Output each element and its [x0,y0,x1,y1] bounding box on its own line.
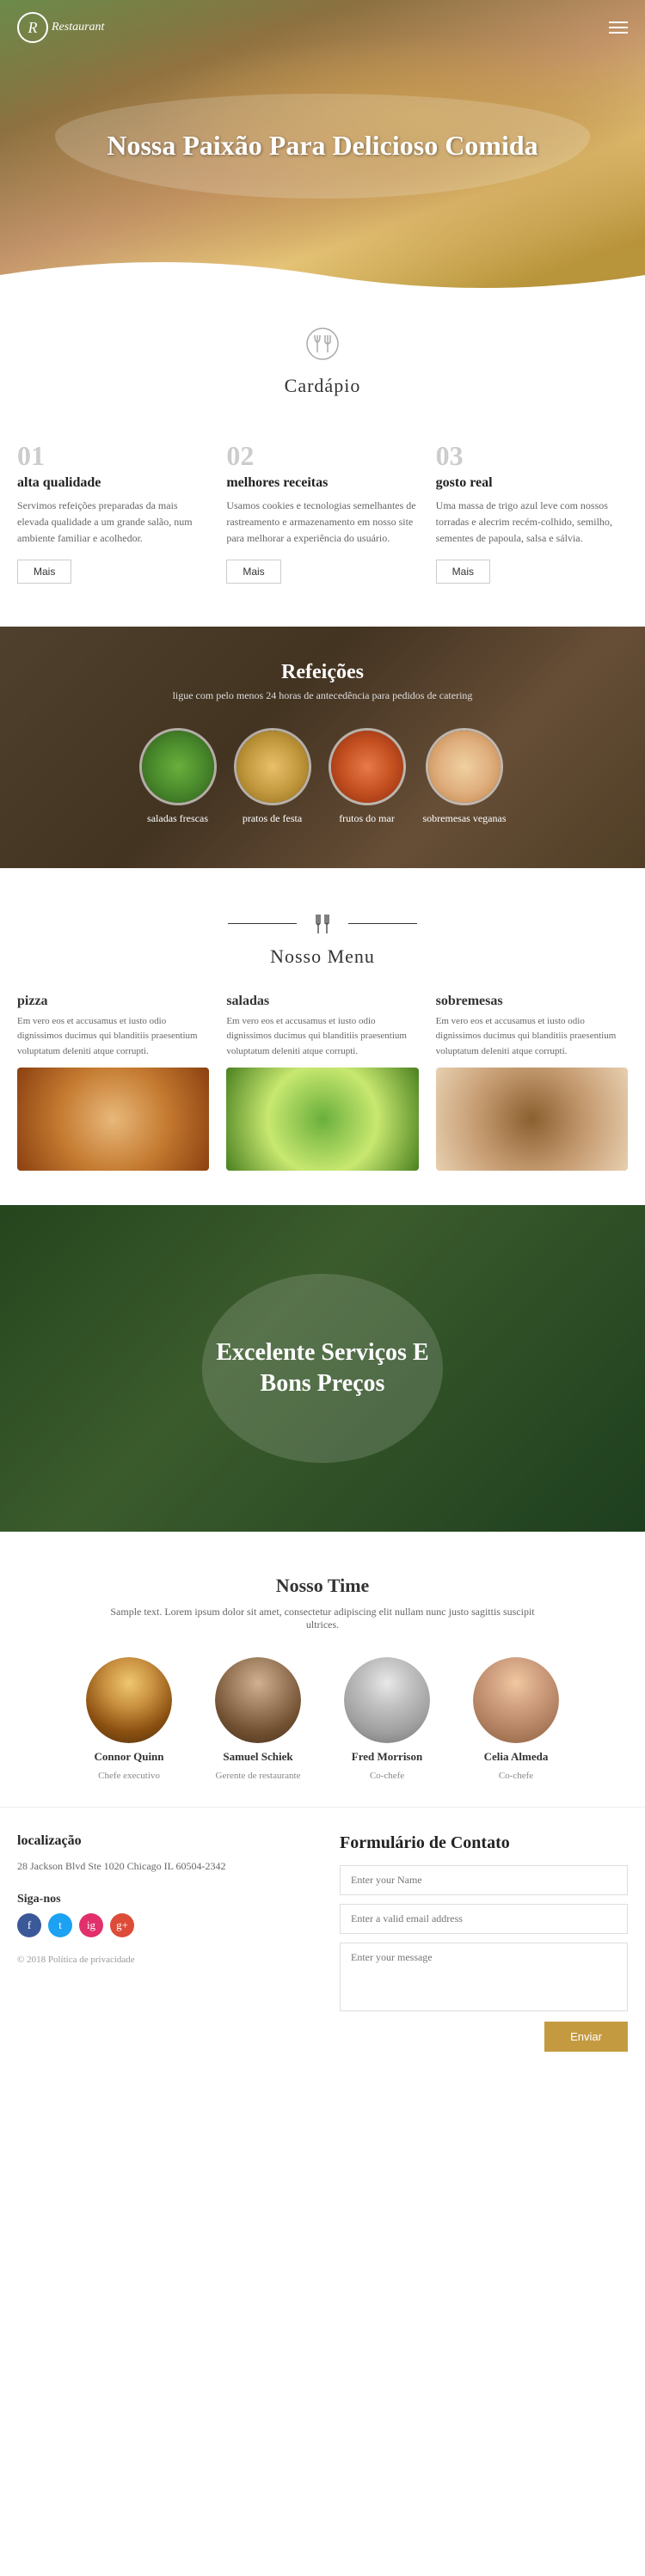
food-saladas[interactable]: saladas frescas [139,728,217,825]
food-saladas-label: saladas frescas [147,812,208,825]
footer-left: localização 28 Jackson Blvd Ste 1020 Chi… [17,1833,305,2052]
refeicoes-subtitle: ligue com pelo menos 24 horas de anteced… [17,689,628,702]
member-samuel-name: Samuel Schiek [223,1750,292,1764]
team-member-fred: Fred Morrison Co-chefe [331,1657,443,1781]
team-member-samuel: Samuel Schiek Gerente de restaurante [202,1657,314,1781]
food-festa[interactable]: pratos de festa [234,728,311,825]
food-frutos[interactable]: frutos do mar [329,728,406,825]
feature-2-num: 02 [226,440,418,472]
team-title: Nosso Time [17,1575,628,1597]
feature-2-title: melhores receitas [226,475,418,491]
menu-saladas-img [226,1068,418,1171]
feature-3-btn[interactable]: Mais [436,560,490,584]
avatar-samuel [215,1657,301,1743]
menu-title: Nosso Menu [17,945,628,968]
member-celia-name: Celia Almeda [484,1750,549,1764]
member-fred-role: Co-chefe [370,1771,404,1781]
feature-1-title: alta qualidade [17,475,209,491]
member-fred-name: Fred Morrison [352,1750,422,1764]
feature-3: 03 gosto real Uma massa de trigo azul le… [436,440,628,584]
social-twitter[interactable]: t [48,1913,72,1937]
menu-sobremesas-img [436,1068,628,1171]
feature-3-desc: Uma massa de trigo azul leve com nossos … [436,498,628,548]
excellent-title: Excelente Serviços E Bons Preços [202,1337,443,1400]
feature-1-desc: Servimos refeições preparadas da mais el… [17,498,209,548]
feature-2-desc: Usamos cookies e tecnologias semelhantes… [226,498,418,548]
menu-items: pizza Em vero eos et accusamus et iusto … [17,994,628,1172]
menu-pizza-title: pizza [17,994,209,1009]
logo[interactable]: R Restaurant [17,12,104,43]
team-desc: Sample text. Lorem ipsum dolor sit amet,… [108,1606,538,1631]
social-facebook[interactable]: f [17,1913,41,1937]
food-sobremesas[interactable]: sobremesas veganas [423,728,507,825]
contact-submit-btn[interactable]: Enviar [544,2022,628,2052]
divider-left [228,923,297,924]
feature-1: 01 alta qualidade Servimos refeições pre… [17,440,209,584]
social-googleplus[interactable]: g+ [110,1913,134,1937]
menu-icon [310,911,335,937]
food-sobremesas-label: sobremesas veganas [423,812,507,825]
member-celia-role: Co-chefe [499,1771,533,1781]
team-section: Nosso Time Sample text. Lorem ipsum dolo… [0,1540,645,1807]
menu-sobremesas-desc: Em vero eos et accusamus et iusto odio d… [436,1014,628,1060]
copyright: © 2018 Política de privacidade [17,1955,305,1965]
feature-2-btn[interactable]: Mais [226,560,280,584]
location-address: 28 Jackson Blvd Ste 1020 Chicago IL 6050… [17,1857,305,1875]
menu-section: Nosso Menu pizza Em vero eos et accusamu… [0,877,645,1197]
cardapio-icon [17,327,628,368]
team-member-celia: Celia Almeda Co-chefe [460,1657,572,1781]
hamburger-menu[interactable] [609,21,628,34]
member-samuel-role: Gerente de restaurante [216,1771,301,1781]
team-member-connor: Connor Quinn Chefe executivo [73,1657,185,1781]
divider-right [348,923,417,924]
feature-3-title: gosto real [436,475,628,491]
cardapio-section: Cardápio [0,292,645,440]
contact-message-input[interactable] [340,1943,628,2011]
menu-sobremesas-title: sobremesas [436,994,628,1009]
hero-title: Nossa Paixão Para Delicioso Comida [107,128,538,164]
location-heading: localização [17,1833,305,1849]
footer-right: Formulário de Contato Enviar [340,1833,628,2052]
avatar-celia [473,1657,559,1743]
logo-text: Restaurant [52,21,104,34]
contact-email-input[interactable] [340,1904,628,1934]
contact-title: Formulário de Contato [340,1833,628,1853]
menu-saladas-desc: Em vero eos et accusamus et iusto odio d… [226,1014,418,1060]
social-icons: f t ig g+ [17,1913,305,1937]
refeicoes-title: Refeições [17,661,628,684]
menu-saladas-title: saladas [226,994,418,1009]
member-connor-role: Chefe executivo [98,1771,160,1781]
footer: localização 28 Jackson Blvd Ste 1020 Chi… [0,1807,645,2069]
feature-1-btn[interactable]: Mais [17,560,71,584]
contact-name-input[interactable] [340,1865,628,1895]
menu-pizza: pizza Em vero eos et accusamus et iusto … [17,994,209,1172]
menu-sobremesas: sobremesas Em vero eos et accusamus et i… [436,994,628,1172]
social-instagram[interactable]: ig [79,1913,103,1937]
menu-saladas: saladas Em vero eos et accusamus et iust… [226,994,418,1172]
cardapio-title: Cardápio [17,375,628,397]
refeicoes-section: Refeições ligue com pelo menos 24 horas … [0,627,645,868]
features-section: 01 alta qualidade Servimos refeições pre… [0,440,645,618]
excellent-section: Excelente Serviços E Bons Preços [0,1205,645,1532]
food-festa-label: pratos de festa [243,812,302,825]
member-connor-name: Connor Quinn [94,1750,163,1764]
food-frutos-label: frutos do mar [339,812,395,825]
social-heading: Siga-nos [17,1893,305,1906]
avatar-fred [344,1657,430,1743]
feature-1-num: 01 [17,440,209,472]
food-circles: saladas frescas pratos de festa frutos d… [17,728,628,825]
team-members: Connor Quinn Chefe executivo Samuel Schi… [17,1657,628,1781]
avatar-connor [86,1657,172,1743]
menu-pizza-img [17,1068,209,1171]
feature-3-num: 03 [436,440,628,472]
menu-pizza-desc: Em vero eos et accusamus et iusto odio d… [17,1014,209,1060]
feature-2: 02 melhores receitas Usamos cookies e te… [226,440,418,584]
